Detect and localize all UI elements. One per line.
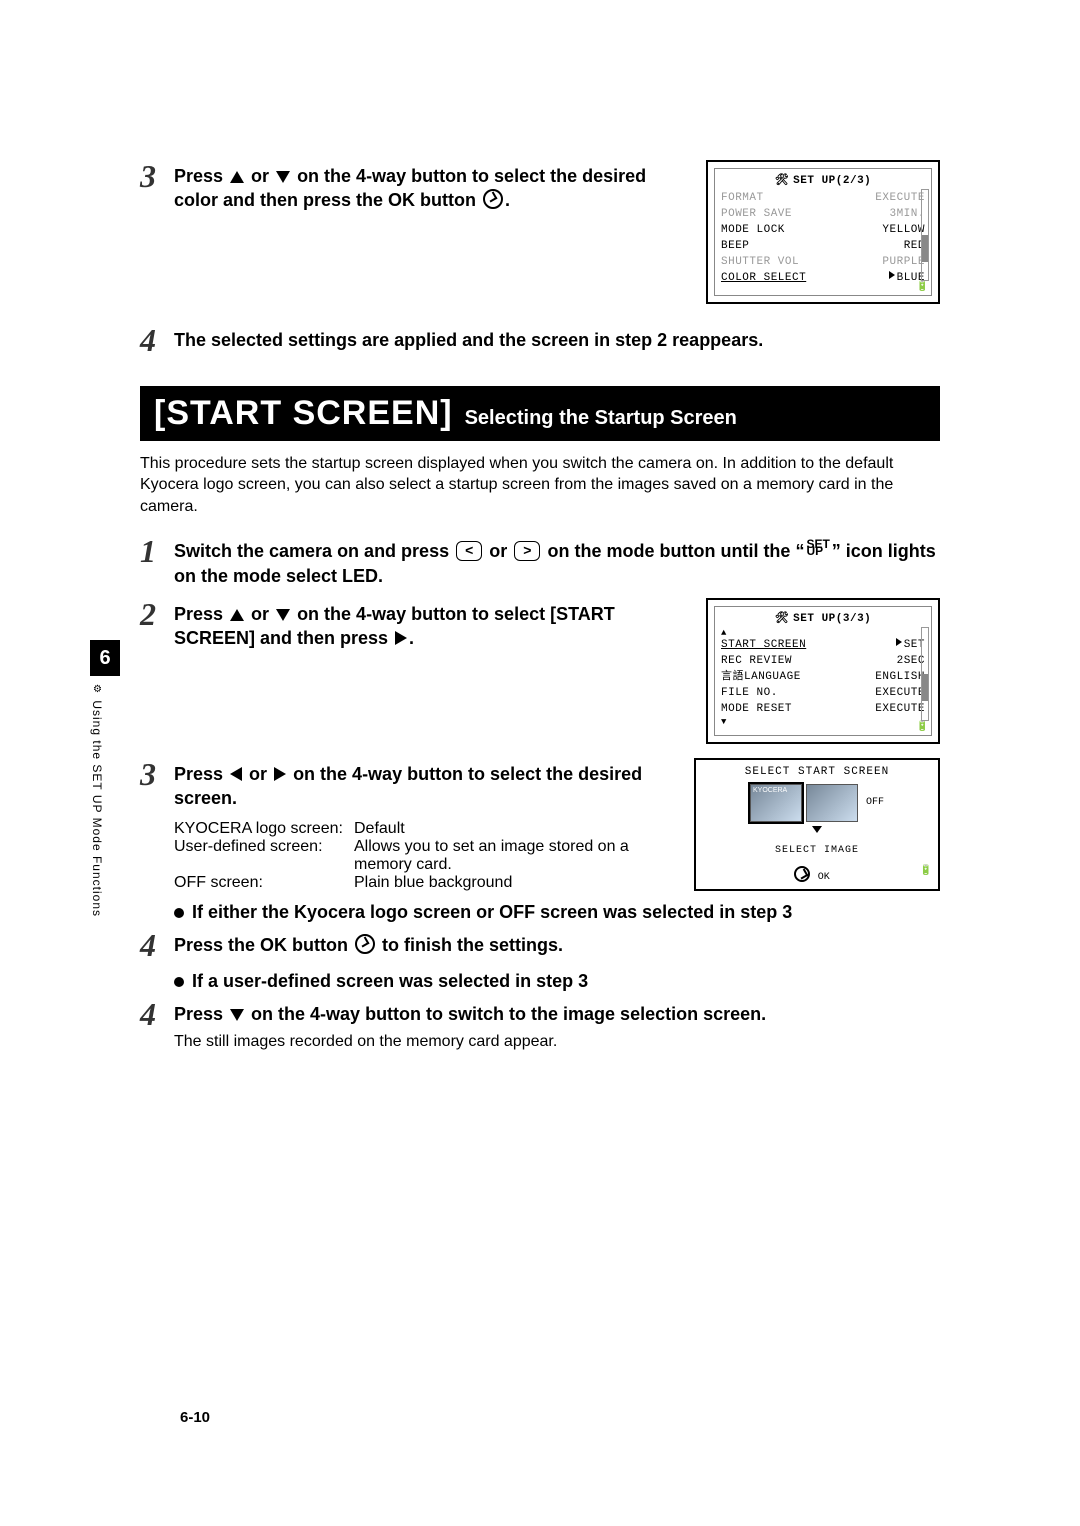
battery-icon: 🔋 bbox=[916, 721, 929, 733]
lcd-menu-row: BEEPRED bbox=[721, 239, 925, 255]
tools-icon: 🛠 bbox=[775, 611, 789, 625]
step-number: 4 bbox=[140, 929, 174, 961]
thumb-kyocera: KYOCERA bbox=[750, 784, 802, 822]
condition-user-defined: If a user-defined screen was selected in… bbox=[174, 971, 940, 992]
down-triangle-icon bbox=[812, 826, 822, 833]
down-triangle-icon bbox=[230, 1009, 244, 1021]
section-intro: This procedure sets the startup screen d… bbox=[140, 453, 940, 518]
bullet-icon bbox=[174, 908, 184, 918]
down-triangle-icon bbox=[276, 609, 290, 621]
scrollbar-indicator bbox=[921, 627, 929, 721]
lcd-menu-row: COLOR SELECTBLUE bbox=[721, 271, 925, 287]
lcd-menu-row: REC REVIEW2SEC bbox=[721, 654, 925, 670]
option-row: OFF screen:Plain blue background bbox=[174, 874, 678, 892]
chapter-label: ⚙ Using the SET UP Mode Functions bbox=[90, 684, 104, 917]
step-text: Press or on the 4-way button to select t… bbox=[174, 758, 678, 811]
scroll-up-icon: ▲ bbox=[721, 629, 925, 638]
battery-icon: 🔋 bbox=[916, 281, 929, 293]
lcd-menu-row: SHUTTER VOLPURPLE bbox=[721, 255, 925, 271]
lcd-menu-row: FILE NO.EXECUTE bbox=[721, 686, 925, 702]
lcd-setup-2-3: 🛠SET UP(2/3) FORMATEXECUTEPOWER SAVE3MIN… bbox=[706, 160, 940, 304]
battery-icon: 🔋 bbox=[920, 865, 932, 877]
screen-options-list: KYOCERA logo screen:DefaultUser-defined … bbox=[174, 820, 678, 892]
step-text: The selected settings are applied and th… bbox=[174, 324, 940, 352]
right-triangle-icon bbox=[395, 631, 407, 645]
up-triangle-icon bbox=[230, 171, 244, 183]
setup-mode-icon: SETUP bbox=[806, 541, 829, 555]
chapter-side-tab: 6 ⚙ Using the SET UP Mode Functions bbox=[90, 640, 120, 1160]
step-text: Press on the 4-way button to switch to t… bbox=[174, 998, 940, 1052]
step-number: 2 bbox=[140, 598, 174, 630]
step-text: Press or on the 4-way button to select [… bbox=[174, 598, 690, 651]
ok-button-icon bbox=[483, 189, 503, 209]
tools-icon: 🛠 bbox=[775, 173, 789, 187]
thumb-off-label: OFF bbox=[866, 797, 884, 808]
condition-logo-or-off: If either the Kyocera logo screen or OFF… bbox=[174, 902, 940, 923]
lcd-menu-row: 言語LANGUAGEENGLISH bbox=[721, 670, 925, 686]
step-text: Press or on the 4-way button to select t… bbox=[174, 160, 690, 213]
page-number: 6-10 bbox=[180, 1409, 210, 1426]
lcd-menu-row: FORMATEXECUTE bbox=[721, 191, 925, 207]
lcd-setup-3-3: 🛠SET UP(3/3) ▲ START SCREENSETREC REVIEW… bbox=[706, 598, 940, 744]
ok-button-icon bbox=[355, 934, 375, 954]
step-number: 3 bbox=[140, 160, 174, 192]
bullet-icon bbox=[174, 977, 184, 987]
step-text: Switch the camera on and press < or > on… bbox=[174, 535, 940, 588]
lcd-menu-row: MODE LOCKYELLOW bbox=[721, 223, 925, 239]
step-3-color: 3 Press or on the 4-way button to select… bbox=[140, 160, 940, 304]
step-number: 1 bbox=[140, 535, 174, 567]
thumbnail-row: KYOCERA OFF bbox=[702, 784, 932, 822]
select-title: SELECT START SCREEN bbox=[702, 766, 932, 778]
step-2-start-screen: 2 Press or on the 4-way button to select… bbox=[140, 598, 940, 744]
manual-page: 6 ⚙ Using the SET UP Mode Functions 3 Pr… bbox=[0, 0, 1080, 1526]
step-4-applied: 4 The selected settings are applied and … bbox=[140, 324, 940, 356]
up-triangle-icon bbox=[230, 609, 244, 621]
lcd-select-start-screen: SELECT START SCREEN KYOCERA OFF SELECT I… bbox=[694, 758, 940, 891]
heading-title: [START SCREEN] bbox=[154, 394, 453, 433]
lcd-menu-row: MODE RESETEXECUTE bbox=[721, 702, 925, 718]
option-row: KYOCERA logo screen:Default bbox=[174, 820, 678, 838]
step-number: 4 bbox=[140, 998, 174, 1030]
left-key-icon: < bbox=[456, 541, 482, 561]
step-subtext: The still images recorded on the memory … bbox=[174, 1031, 940, 1053]
option-row: User-defined screen:Allows you to set an… bbox=[174, 838, 678, 874]
ok-indicator: OK bbox=[792, 866, 830, 883]
step-number: 3 bbox=[140, 758, 174, 790]
lcd-menu-row: START SCREENSET bbox=[721, 638, 925, 654]
heading-subtitle: Selecting the Startup Screen bbox=[465, 407, 737, 430]
down-triangle-icon bbox=[276, 171, 290, 183]
step-3-select-screen: 3 Press or on the 4-way button to select… bbox=[140, 758, 940, 893]
lcd-menu-row: POWER SAVE3MIN. bbox=[721, 207, 925, 223]
thumb-user bbox=[806, 784, 858, 822]
chapter-number: 6 bbox=[90, 640, 120, 676]
section-heading: [START SCREEN] Selecting the Startup Scr… bbox=[140, 386, 940, 441]
step-number: 4 bbox=[140, 324, 174, 356]
right-key-icon: > bbox=[514, 541, 540, 561]
scrollbar-indicator bbox=[921, 189, 929, 281]
scroll-down-icon: ▼ bbox=[721, 718, 925, 727]
step-1-switch-on: 1 Switch the camera on and press < or > … bbox=[140, 535, 940, 588]
select-image-label: SELECT IMAGE bbox=[702, 845, 932, 856]
step-text: Press the OK button to finish the settin… bbox=[174, 929, 940, 957]
right-triangle-icon bbox=[274, 767, 286, 781]
step-4-image-selection: 4 Press on the 4-way button to switch to… bbox=[140, 998, 940, 1052]
left-triangle-icon bbox=[230, 767, 242, 781]
step-4-finish: 4 Press the OK button to finish the sett… bbox=[140, 929, 940, 961]
